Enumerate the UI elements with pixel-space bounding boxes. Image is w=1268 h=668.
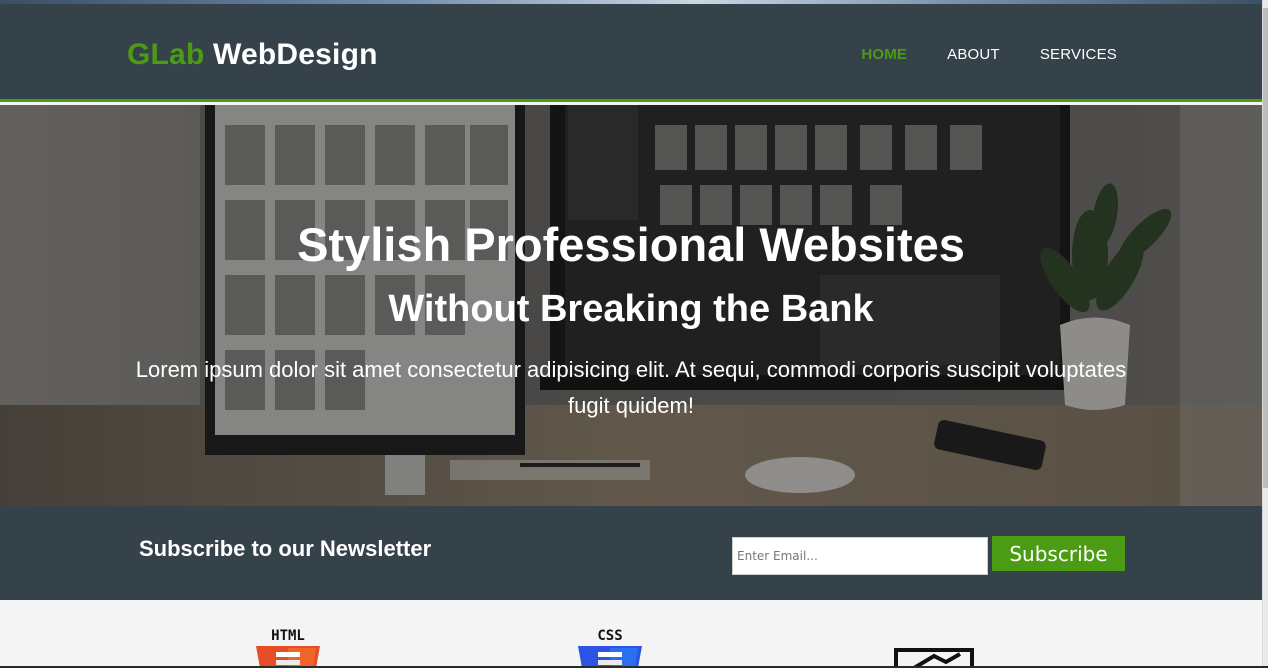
vertical-scrollbar[interactable] [1262,0,1268,668]
hero-title: Stylish Professional Websites [297,218,965,271]
brand-name: WebDesign [204,38,378,71]
css3-logo-icon: CSS [578,628,642,668]
site-logo[interactable]: GLab WebDesign [127,38,378,72]
nav-about[interactable]: ABOUT [947,46,1000,63]
hero-text: Lorem ipsum dolor sit amet consectetur a… [135,357,1127,418]
html5-logo-icon: HTML [256,628,320,668]
site-header: GLab WebDesign HOME ABOUT SERVICES [0,4,1262,102]
html-logo-label: HTML [271,628,305,644]
main-nav: HOME ABOUT SERVICES [861,46,1117,63]
nav-home[interactable]: HOME [861,46,907,63]
feature-boxes: HTML CSS [0,600,1262,668]
css-logo-label: CSS [597,628,622,644]
scrollbar-thumb[interactable] [1263,8,1268,488]
showcase-hero: Stylish Professional Websites Without Br… [0,105,1262,506]
newsletter-section: Subscribe to our Newsletter Subscribe [0,506,1262,600]
subscribe-button[interactable]: Subscribe [992,536,1125,571]
brand-highlight: GLab [127,38,205,71]
brush-icon [894,648,974,668]
email-input[interactable] [732,537,988,575]
nav-services[interactable]: SERVICES [1040,46,1117,63]
hero-subtitle: Without Breaking the Bank [388,288,874,330]
newsletter-title: Subscribe to our Newsletter [139,536,432,561]
